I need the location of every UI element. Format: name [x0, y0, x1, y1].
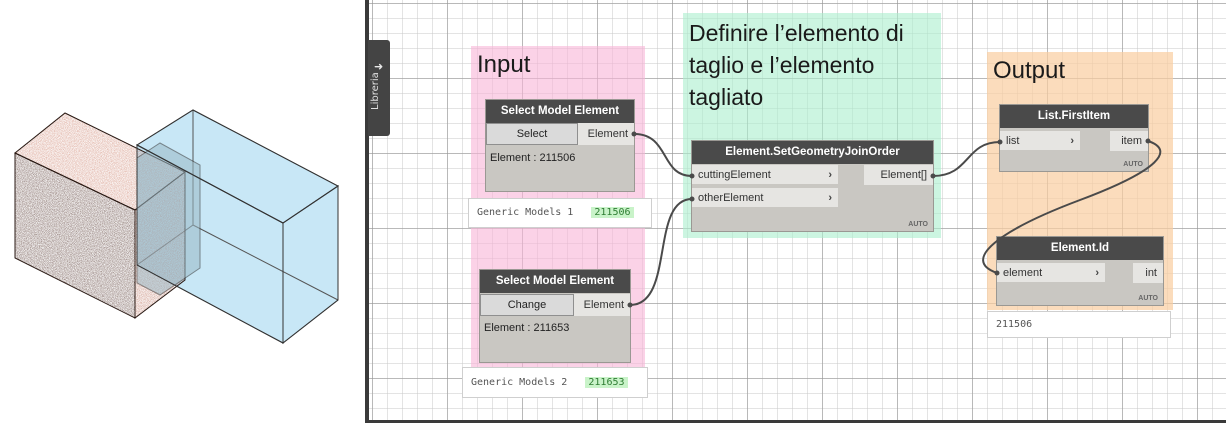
node-title: Select Model Element [486, 100, 634, 123]
select-button[interactable]: Select [486, 123, 578, 145]
set-geometry-join-order-node[interactable]: Element.SetGeometryJoinOrder cuttingElem… [692, 141, 933, 231]
chevron-right-icon: › [828, 169, 832, 181]
node-title: List.FirstItem [1000, 105, 1148, 128]
chevron-right-icon: › [1070, 135, 1074, 147]
3d-viewport[interactable] [0, 0, 365, 423]
node-value: Element : 211653 [484, 322, 570, 334]
geometry-preview [14, 109, 339, 345]
port-label: cuttingElement [698, 169, 771, 181]
library-tab[interactable]: ➜ Libreria [368, 40, 390, 136]
group-title: Definire l’elemento di taglio e l’elemen… [689, 20, 904, 110]
input-port-cutting-element[interactable]: cuttingElement › [692, 165, 838, 185]
watch-preview-1: Generic Models 1 211506 [468, 198, 652, 228]
input-port-other-element[interactable]: otherElement › [692, 188, 838, 208]
node-value: Element : 211506 [490, 152, 576, 164]
output-port-item[interactable]: item [1110, 131, 1148, 151]
list-first-item-node[interactable]: List.FirstItem list › item AUTO [1000, 105, 1148, 171]
output-port-element-list[interactable]: Element[] [864, 165, 933, 185]
input-port-list[interactable]: list › [1000, 131, 1080, 151]
port-label: list [1006, 135, 1020, 147]
group-title: Output [993, 57, 1066, 84]
lacing-label: AUTO [1138, 295, 1158, 302]
watch-label: Generic Models 2 [471, 377, 568, 388]
node-title: Element.SetGeometryJoinOrder [692, 141, 933, 164]
element-id-node[interactable]: Element.Id element › int AUTO [997, 237, 1163, 305]
arrow-right-icon: ➜ [374, 60, 384, 73]
node-title: Select Model Element [480, 270, 630, 293]
element-id-badge: 211506 [591, 207, 634, 218]
select-model-element-node-2[interactable]: Select Model Element Change Element Elem… [480, 270, 630, 362]
lacing-label: AUTO [1123, 161, 1143, 168]
chevron-right-icon: › [828, 192, 832, 204]
library-tab-label: Libreria [370, 72, 381, 110]
node-title: Element.Id [997, 237, 1163, 260]
output-port-element[interactable]: Element [574, 294, 630, 316]
input-port-element[interactable]: element › [997, 263, 1105, 283]
lacing-label: AUTO [908, 221, 928, 228]
port-label: element [1003, 267, 1043, 279]
watch-preview-element-id: 211506 [987, 311, 1171, 338]
chevron-right-icon: › [1095, 267, 1099, 279]
element-id-badge: 211653 [585, 377, 628, 388]
port-label: otherElement [698, 192, 764, 204]
select-model-element-node-1[interactable]: Select Model Element Select Element Elem… [486, 100, 634, 191]
output-port-int[interactable]: int [1133, 263, 1163, 283]
group-title: Input [477, 51, 531, 78]
output-port-element[interactable]: Element [578, 123, 634, 145]
change-button[interactable]: Change [480, 294, 574, 316]
watch-value: 211506 [996, 319, 1033, 330]
watch-label: Generic Models 1 [477, 207, 574, 218]
watch-preview-2: Generic Models 2 211653 [462, 367, 648, 398]
